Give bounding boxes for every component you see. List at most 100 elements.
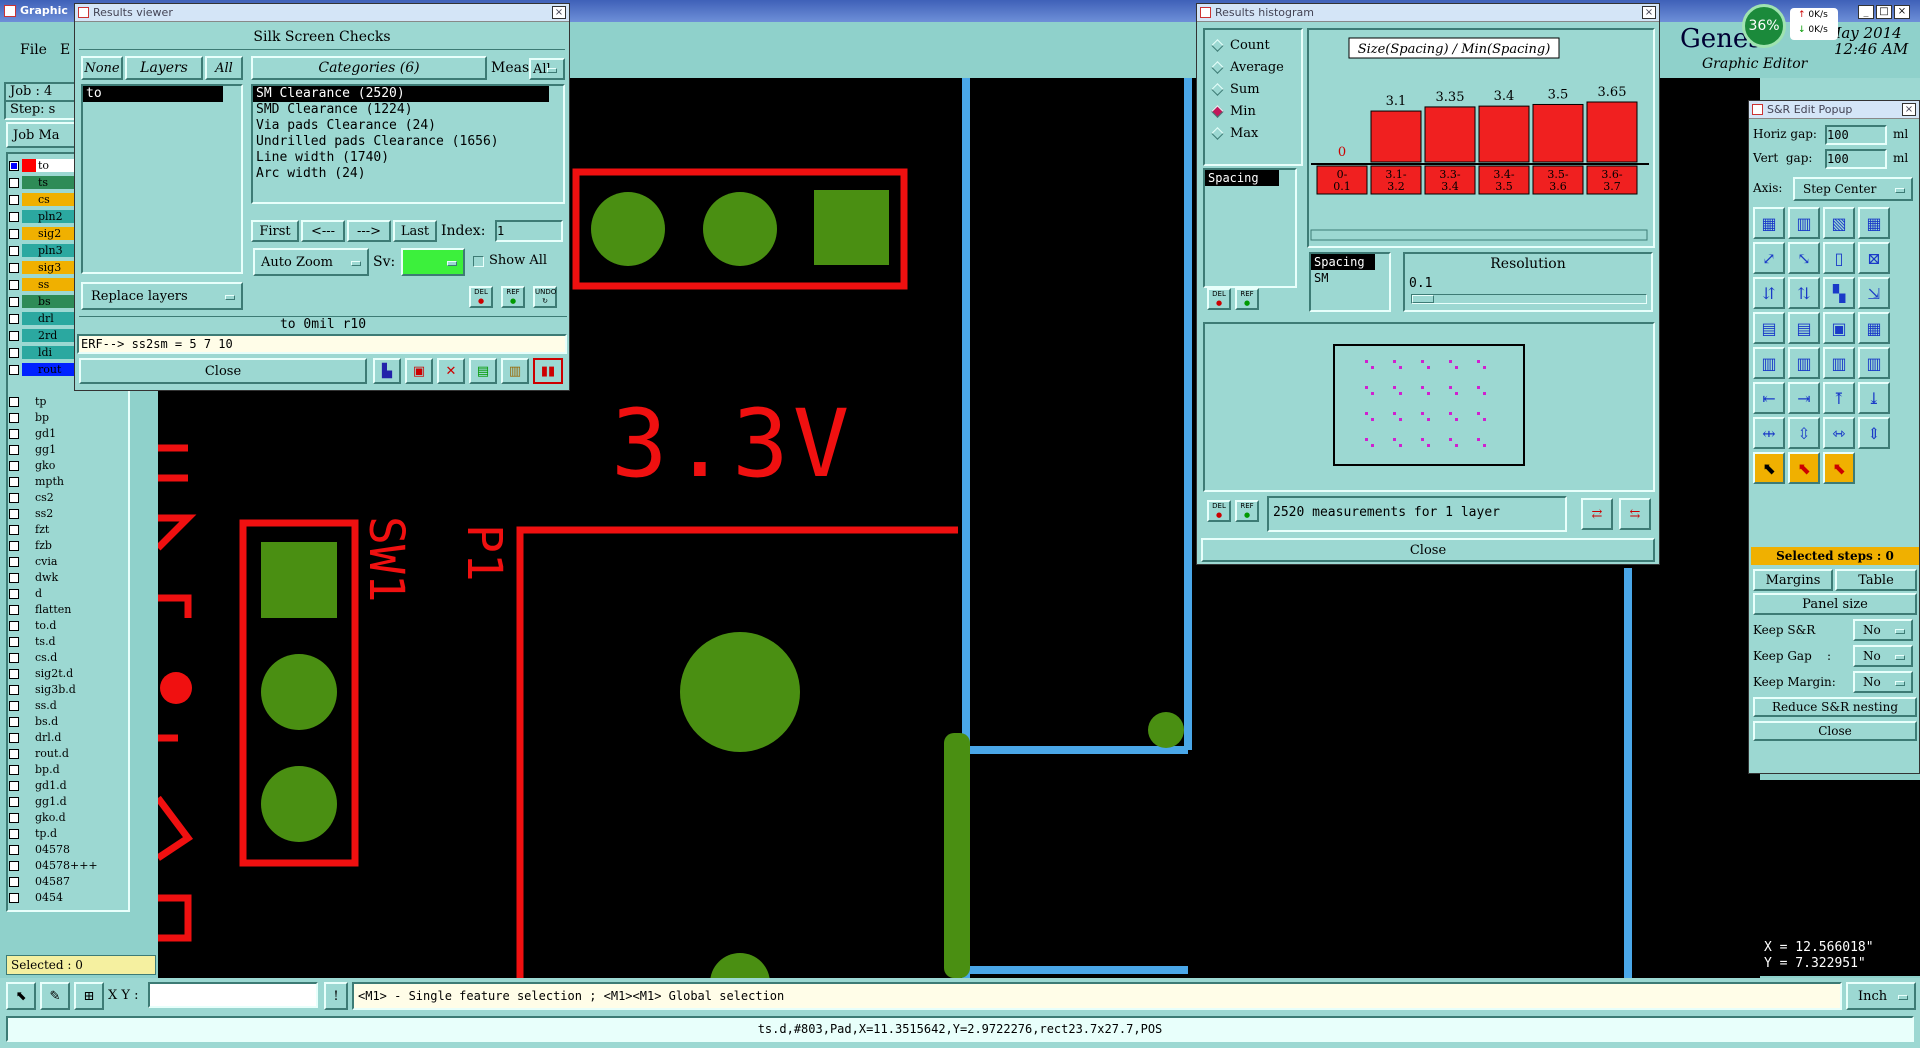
layer-checkbox[interactable] bbox=[9, 412, 19, 423]
layer-color-swatch[interactable] bbox=[22, 346, 36, 359]
layer-checkbox[interactable] bbox=[9, 860, 19, 871]
sr-table-button[interactable]: Table bbox=[1835, 569, 1917, 591]
rect-icon[interactable]: ▯ bbox=[1823, 242, 1855, 274]
sr-axis-select[interactable]: Step Center bbox=[1793, 177, 1913, 201]
layer-color-swatch[interactable] bbox=[22, 312, 36, 325]
histogram-bar[interactable] bbox=[1532, 103, 1584, 163]
layer-color-swatch[interactable] bbox=[22, 193, 36, 206]
layer-row[interactable]: cvia bbox=[9, 554, 115, 569]
layer-row[interactable]: tp.d bbox=[9, 826, 115, 841]
layer-name[interactable]: sig2t.d bbox=[33, 667, 115, 680]
layer-color-swatch[interactable] bbox=[22, 261, 36, 274]
mirror-icon[interactable]: ▚ bbox=[1823, 277, 1855, 309]
layer-row[interactable]: ss2 bbox=[9, 506, 115, 521]
rh-del-button[interactable]: DEL ● bbox=[1207, 288, 1231, 310]
pen-tool-icon[interactable]: ✎ bbox=[40, 982, 70, 1010]
layer-checkbox[interactable] bbox=[9, 620, 19, 631]
rh-ref-button[interactable]: REF ● bbox=[1235, 288, 1259, 310]
category-item[interactable]: SM Clearance (2520) bbox=[253, 86, 549, 102]
layer-name[interactable]: sig3b.d bbox=[33, 683, 115, 696]
rh-close-button[interactable]: Close bbox=[1201, 538, 1655, 562]
layer-row[interactable]: fzt bbox=[9, 522, 115, 537]
row2-icon[interactable]: ▥ bbox=[1823, 347, 1855, 379]
rv-tool-icon-2[interactable]: ▣ bbox=[405, 358, 433, 384]
center-v-icon[interactable]: ⇕ bbox=[1858, 417, 1890, 449]
delete-icon[interactable]: ⊠ bbox=[1858, 242, 1890, 274]
layer-row[interactable]: dwk bbox=[9, 570, 115, 585]
layer-checkbox[interactable] bbox=[9, 508, 19, 519]
flip-h-icon[interactable]: ⇵ bbox=[1753, 277, 1785, 309]
layer-checkbox[interactable] bbox=[9, 428, 19, 439]
rv-layer-item[interactable]: to bbox=[83, 86, 223, 102]
mode-radio-max[interactable]: Max bbox=[1205, 122, 1301, 144]
layer-name[interactable]: bp.d bbox=[33, 763, 115, 776]
layer-checkbox[interactable] bbox=[9, 364, 19, 375]
layer-checkbox[interactable] bbox=[9, 700, 19, 711]
layer-checkbox[interactable] bbox=[9, 492, 19, 503]
menu-file[interactable]: File bbox=[20, 42, 47, 58]
histogram-bar[interactable] bbox=[1586, 101, 1638, 163]
layer-name[interactable]: to.d bbox=[33, 619, 115, 632]
layer-name[interactable]: ss.d bbox=[33, 699, 115, 712]
layer-checkbox[interactable] bbox=[9, 279, 19, 290]
layer-name[interactable]: fzt bbox=[33, 523, 115, 536]
layer-checkbox[interactable] bbox=[9, 828, 19, 839]
sr-close-icon[interactable]: × bbox=[1902, 103, 1916, 116]
layer-row[interactable]: flatten bbox=[9, 602, 115, 617]
layer-row[interactable]: to.d bbox=[9, 618, 115, 633]
layer-row[interactable]: 0454 bbox=[9, 890, 115, 905]
align-group-icon[interactable]: ▣ bbox=[1823, 312, 1855, 344]
rh-close-icon[interactable]: × bbox=[1642, 6, 1656, 19]
rv-del-button[interactable]: DEL ● bbox=[469, 286, 493, 308]
layer-name[interactable]: gg1 bbox=[33, 443, 115, 456]
layer-row[interactable]: tp bbox=[9, 394, 115, 409]
layer-checkbox[interactable] bbox=[9, 588, 19, 599]
job-matrix-button[interactable]: Job Ma bbox=[6, 122, 78, 148]
category-item[interactable]: SMD Clearance (1224) bbox=[253, 102, 549, 118]
layer-checkbox[interactable] bbox=[9, 228, 19, 239]
category-item[interactable]: Via pads Clearance (24) bbox=[253, 118, 549, 134]
rv-undo-button[interactable]: UNDO ↻ bbox=[533, 286, 557, 308]
layer-checkbox[interactable] bbox=[9, 668, 19, 679]
layer-row[interactable]: rout.d bbox=[9, 746, 115, 761]
layer-name[interactable]: dwk bbox=[33, 571, 115, 584]
center-h-icon[interactable]: ⇿ bbox=[1823, 417, 1855, 449]
layer-color-swatch[interactable] bbox=[22, 210, 36, 223]
layer-color-swatch[interactable] bbox=[22, 159, 36, 172]
layer-checkbox[interactable] bbox=[9, 716, 19, 727]
layer-row[interactable]: cs.d bbox=[9, 650, 115, 665]
scale2-icon[interactable]: ⤡ bbox=[1788, 242, 1820, 274]
align-top-icon[interactable]: ▤ bbox=[1753, 312, 1785, 344]
stack2-icon[interactable]: ▥ bbox=[1858, 347, 1890, 379]
mode-radio-count[interactable]: Count bbox=[1205, 34, 1301, 56]
rv-prev-button[interactable]: <--- bbox=[301, 220, 345, 242]
spread-h-icon[interactable]: ⇹ bbox=[1753, 417, 1785, 449]
radio-indicator[interactable] bbox=[1211, 82, 1224, 96]
rh-import-icon[interactable]: ⇆ bbox=[1619, 498, 1651, 530]
align-grid-icon[interactable]: ▦ bbox=[1858, 312, 1890, 344]
layer-row[interactable]: drl.d bbox=[9, 730, 115, 745]
sr-keep-margin-select[interactable]: No bbox=[1853, 671, 1913, 693]
minimize-button[interactable]: _ bbox=[1858, 5, 1874, 19]
align-up-icon[interactable]: ⤒ bbox=[1823, 382, 1855, 414]
layer-row[interactable]: fzb bbox=[9, 538, 115, 553]
layer-checkbox[interactable] bbox=[9, 652, 19, 663]
layer-checkbox[interactable] bbox=[9, 177, 19, 188]
pointer-check-icon[interactable]: ⬉ bbox=[1823, 452, 1855, 484]
maximize-button[interactable]: □ bbox=[1876, 5, 1892, 19]
xy-input[interactable] bbox=[148, 982, 318, 1008]
unit-select[interactable]: Inch bbox=[1846, 982, 1916, 1010]
layer-row[interactable]: gd1.d bbox=[9, 778, 115, 793]
layer-name[interactable]: gd1.d bbox=[33, 779, 115, 792]
layer-checkbox[interactable] bbox=[9, 313, 19, 324]
flip-v-icon[interactable]: ⇅ bbox=[1788, 277, 1820, 309]
layer-checkbox[interactable] bbox=[9, 780, 19, 791]
layer-checkbox[interactable] bbox=[9, 245, 19, 256]
split-icon[interactable]: ▥ bbox=[1788, 207, 1820, 239]
align-down-icon[interactable]: ⤓ bbox=[1858, 382, 1890, 414]
layer-name[interactable]: d bbox=[33, 587, 115, 600]
rv-tool-icon-5[interactable]: ▥ bbox=[501, 358, 529, 384]
layer-checkbox[interactable] bbox=[9, 524, 19, 535]
layer-row[interactable]: bp.d bbox=[9, 762, 115, 777]
rv-ref-button[interactable]: REF ● bbox=[501, 286, 525, 308]
